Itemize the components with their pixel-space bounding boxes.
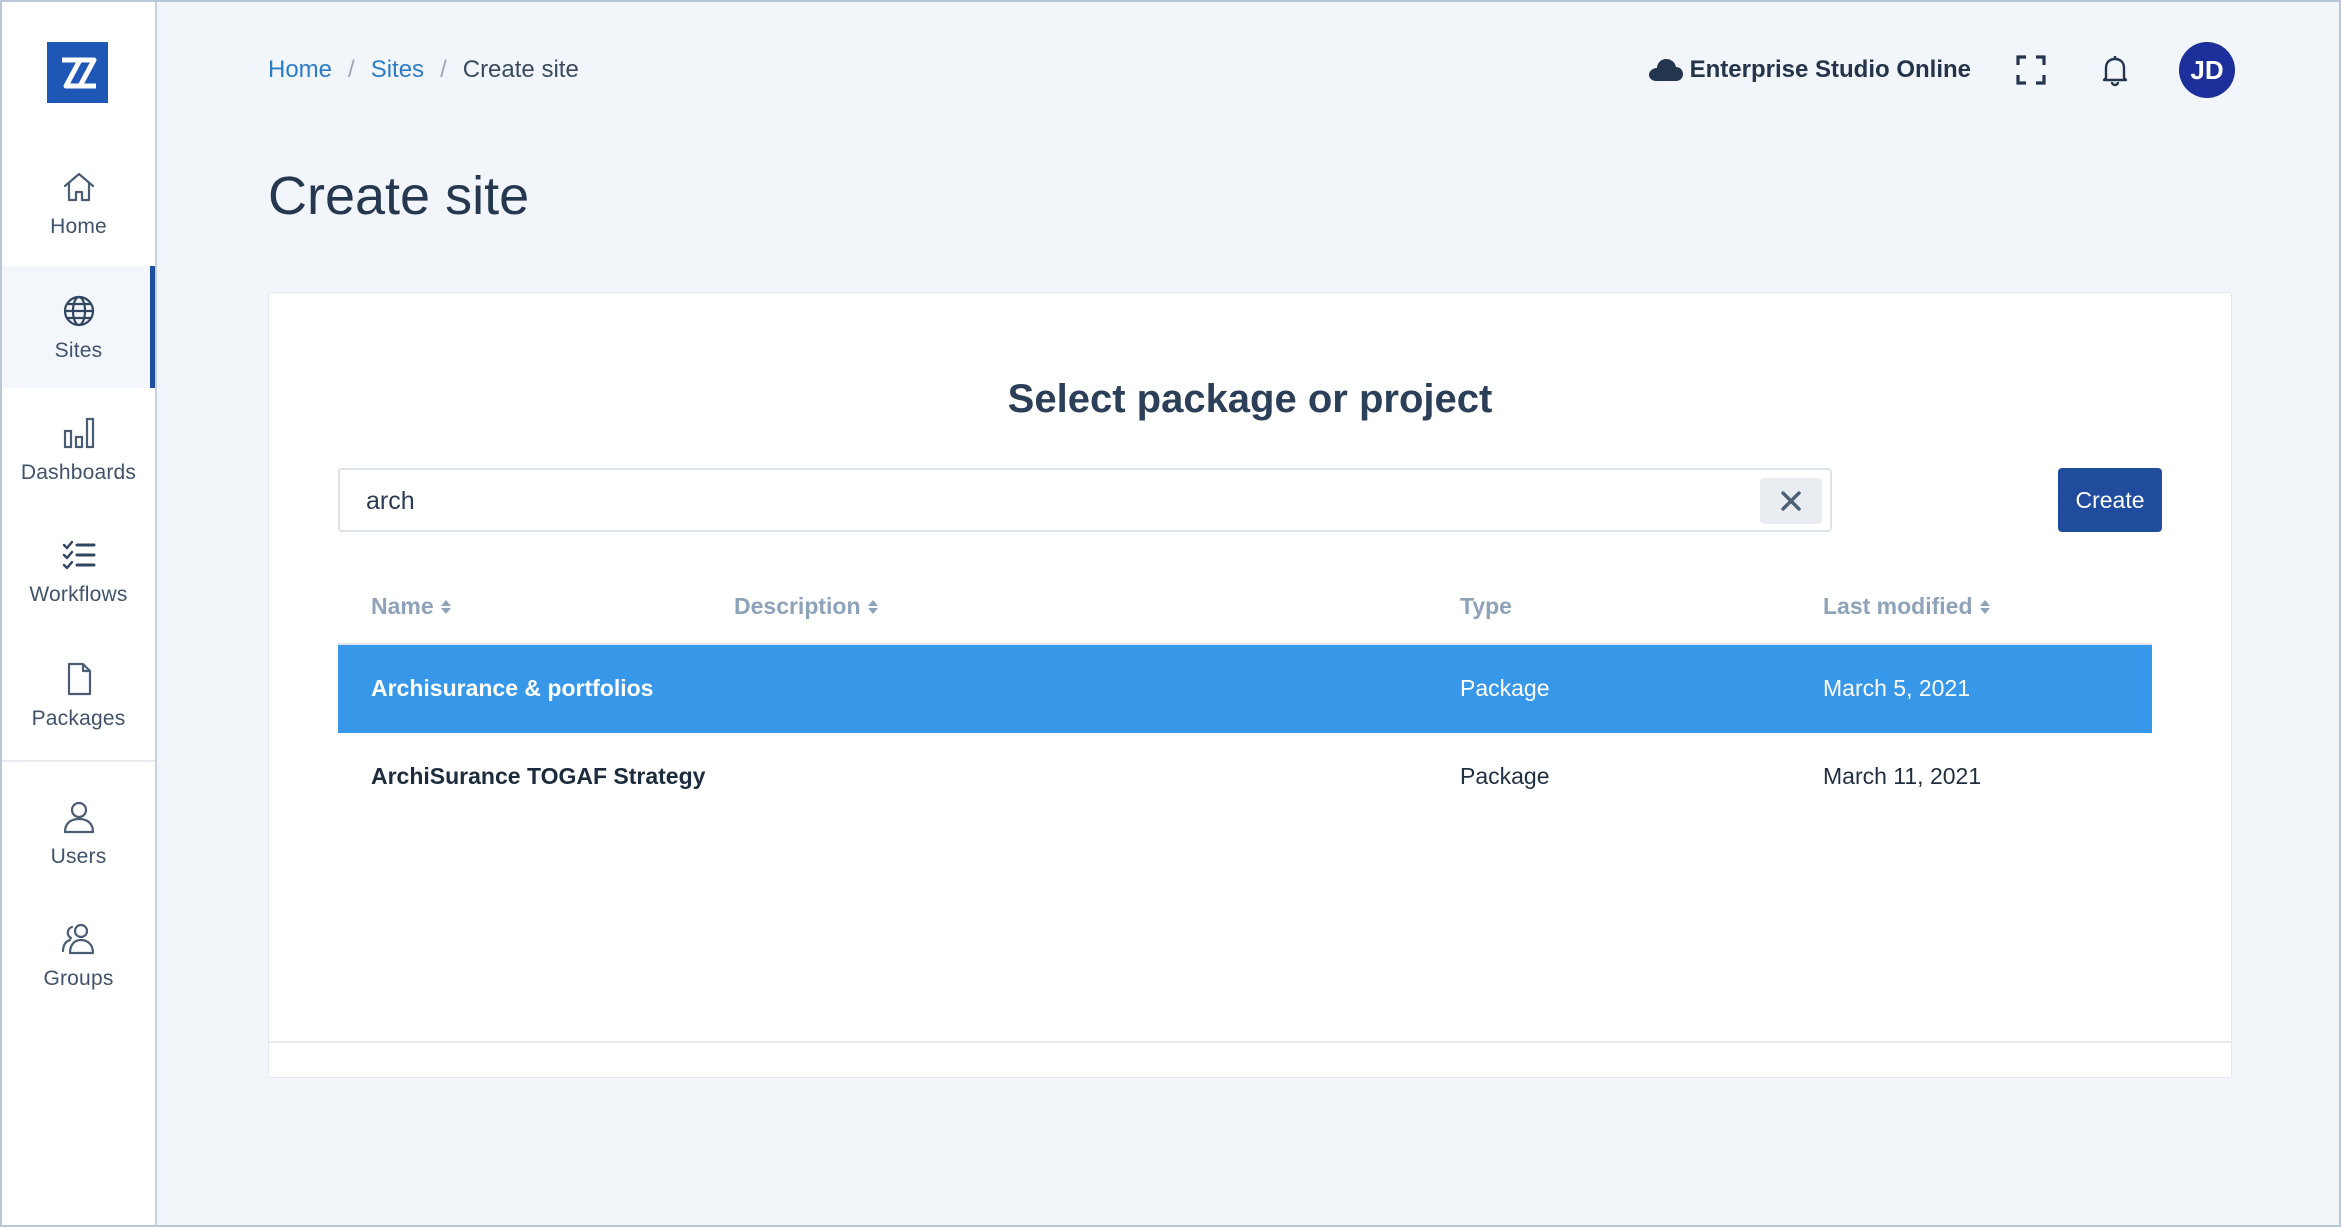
card-title: Select package or project [1007,377,1493,421]
sort-icon [1979,599,1990,614]
row-name: Archisurance & portfolios [371,675,654,701]
sidebar-item-groups[interactable]: Groups [2,894,155,1016]
sidebar-item-home[interactable]: Home [2,142,155,264]
sidebar-item-label: Sites [54,339,103,362]
table-header: Name Description Type Last modified [338,565,2152,645]
app-logo[interactable] [47,42,108,103]
search-box [338,468,1832,532]
sidebar-item-sites[interactable]: Sites [2,266,155,388]
search-input[interactable] [366,480,1746,522]
table-row[interactable]: ArchiSurance TOGAF Strategy Package Marc… [338,733,2152,821]
column-header-last-modified[interactable]: Last modified [1823,593,1991,620]
row-modified: March 5, 2021 [1823,675,1971,701]
breadcrumb-current: Create site [462,56,579,83]
sidebar-item-label: Workflows [29,583,128,606]
sidebar-item-label: Dashboards [20,461,137,484]
breadcrumb-separator: / [440,56,447,83]
logo-icon [61,57,96,88]
users-icon [59,919,99,959]
sidebar-item-label: Packages [31,707,126,730]
card-footer-divider [269,1041,2231,1043]
sidebar-item-workflows[interactable]: Workflows [2,510,155,632]
column-header-name[interactable]: Name [371,593,452,620]
sidebar-item-label: Groups [43,967,114,990]
sort-icon [867,599,878,614]
bar-chart-icon [59,413,99,453]
row-type: Package [1460,675,1550,701]
column-label: Last modified [1823,593,1973,619]
create-button[interactable]: Create [2058,468,2162,532]
close-icon [1781,491,1801,511]
environment-label: Enterprise Studio Online [1689,56,1971,83]
file-icon [59,659,99,699]
breadcrumb-separator: / [348,56,355,83]
fullscreen-icon [2016,55,2046,85]
column-label: Description [734,593,861,619]
user-icon [59,797,99,837]
bell-icon [2102,56,2128,87]
environment-indicator[interactable]: Enterprise Studio Online [1646,55,1971,85]
sidebar: Home Sites Dashboards Workflows Packages… [2,2,157,1225]
user-avatar[interactable]: JD [2179,42,2235,98]
row-type: Package [1460,763,1550,789]
breadcrumb-home-link[interactable]: Home [268,56,332,84]
header-toolbar: Enterprise Studio Online JD [1646,42,2235,98]
sidebar-item-label: Home [50,215,107,238]
breadcrumb: Home / Sites / Create site [268,56,579,84]
column-header-type: Type [1460,593,1512,620]
sidebar-item-users[interactable]: Users [2,772,155,894]
page-title: Create site [268,166,530,226]
home-icon [59,167,99,207]
column-label: Type [1460,593,1512,619]
table-row[interactable]: Archisurance & portfolios Package March … [338,645,2152,733]
sidebar-item-label: Users [50,845,107,868]
sort-icon [440,599,451,614]
fullscreen-button[interactable] [2011,50,2051,90]
checklist-icon [59,535,99,575]
column-header-description[interactable]: Description [734,593,879,620]
globe-icon [59,291,99,331]
breadcrumb-sites-link[interactable]: Sites [371,56,424,84]
row-modified: March 11, 2021 [1823,763,1982,789]
notifications-button[interactable] [2095,50,2135,90]
row-name: ArchiSurance TOGAF Strategy [371,763,706,789]
column-label: Name [371,593,434,619]
clear-search-button[interactable] [1760,478,1822,524]
package-table: Name Description Type Last modified Arch… [338,565,2152,821]
sidebar-divider [2,760,155,762]
sidebar-item-packages[interactable]: Packages [2,634,155,756]
select-package-card: Select package or project Create Name De… [268,292,2232,1078]
sidebar-item-dashboards[interactable]: Dashboards [2,388,155,510]
cloud-icon [1648,59,1683,81]
